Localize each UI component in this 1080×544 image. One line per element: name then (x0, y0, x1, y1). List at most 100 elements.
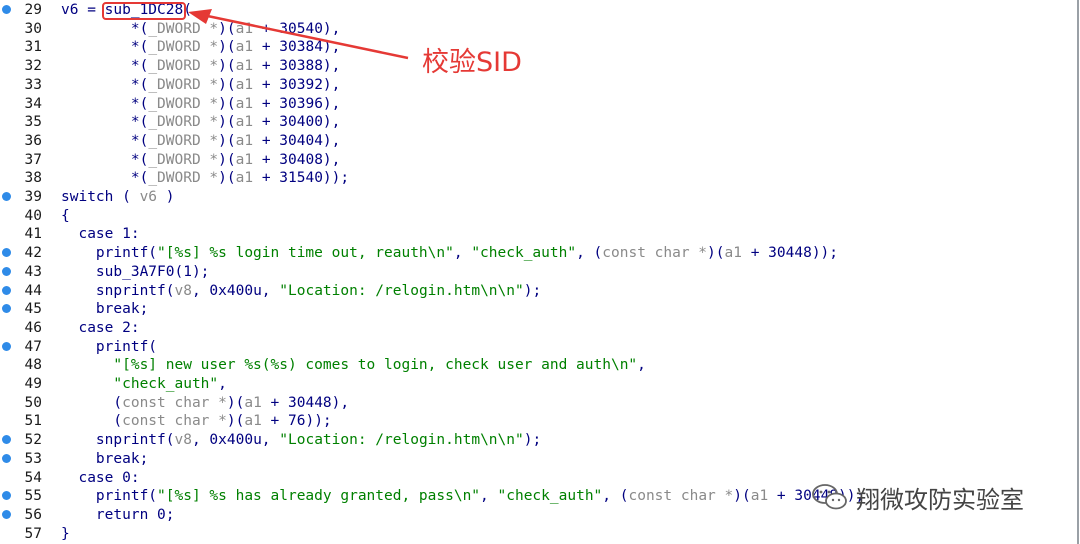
code-line[interactable]: 42 printf("[%s] %s login time out, reaut… (0, 244, 1077, 263)
code-token: _DWORD * (148, 132, 219, 149)
code-line[interactable]: 41 case 1: (0, 225, 1077, 244)
breakpoint-dot-icon[interactable] (2, 5, 11, 14)
code-text: "check_auth", (61, 375, 227, 394)
breakpoint-dot-icon[interactable] (2, 266, 11, 276)
code-line[interactable]: 35 *(_DWORD *)(a1 + 30400), (0, 113, 1077, 132)
code-token: v8 (174, 282, 192, 299)
code-token: _DWORD * (148, 114, 219, 131)
code-line[interactable]: 34 *(_DWORD *)(a1 + 30396), (0, 95, 1077, 114)
code-text: *(_DWORD *)(a1 + 30404), (61, 132, 341, 151)
code-line[interactable]: 44 snprintf(v8, 0x400u, "Location: /relo… (0, 282, 1077, 301)
code-text: (const char *)(a1 + 76)); (61, 412, 331, 431)
code-token: )( (218, 76, 236, 93)
code-text: *(_DWORD *)(a1 + 30396), (61, 95, 341, 114)
code-token: a1 (235, 58, 254, 75)
code-token: "[%s] %s has already granted, pass\n" (157, 488, 481, 505)
code-token: const char * (628, 488, 734, 505)
code-line[interactable]: 50 (const char *)(a1 + 30448), (0, 394, 1077, 413)
code-line[interactable]: 31 *(_DWORD *)(a1 + 30384), (0, 38, 1077, 57)
breakpoint-dot-icon[interactable] (2, 453, 11, 463)
code-token: case 0: (61, 469, 140, 486)
code-line[interactable]: 43 sub_3A7F0(1); (0, 263, 1077, 282)
breakpoint-dot-icon[interactable] (2, 285, 11, 295)
breakpoint-dot-icon[interactable] (2, 435, 11, 445)
code-token: )( (226, 394, 245, 411)
code-line[interactable]: 33 *(_DWORD *)(a1 + 30392), (0, 76, 1077, 95)
code-token: , (453, 245, 472, 262)
breakpoint-dot-icon[interactable] (2, 304, 11, 314)
code-token: switch ( (61, 189, 140, 205)
code-token: )( (218, 170, 236, 187)
code-token: a1 (235, 95, 254, 112)
code-token: "check_auth" (497, 488, 603, 505)
code-token: )( (218, 151, 236, 168)
code-line[interactable]: 39 switch ( v6 ) (0, 188, 1077, 207)
code-text: printf( (61, 338, 157, 357)
code-token: break; (61, 301, 149, 318)
code-token: _DWORD * (148, 20, 219, 37)
code-text: "[%s] new user %s(%s) comes to login, ch… (61, 356, 646, 375)
code-text: *(_DWORD *)(a1 + 30408), (61, 151, 341, 170)
code-token: "[%s] %s login time out, reauth\n" (157, 245, 454, 262)
code-token: "[%s] new user %s(%s) comes to login, ch… (61, 357, 638, 374)
breakpoint-dot-icon[interactable] (2, 509, 11, 519)
code-token: "check_auth" (61, 376, 219, 392)
code-token: *( (61, 39, 149, 56)
code-line[interactable]: 36 *(_DWORD *)(a1 + 30404), (0, 132, 1077, 151)
line-number: 31 (24, 39, 42, 56)
code-token: printf( (61, 488, 158, 505)
code-line[interactable]: 51 (const char *)(a1 + 76)); (0, 412, 1077, 431)
code-token: snprintf( (61, 432, 175, 449)
code-line[interactable]: 45 break; (0, 300, 1077, 319)
code-token: v8 (174, 432, 192, 449)
code-token: *( (61, 20, 149, 37)
code-token: )( (733, 488, 751, 505)
breakpoint-dot-icon[interactable] (2, 491, 11, 501)
line-number: 33 (24, 76, 42, 93)
code-line[interactable]: 30 *(_DWORD *)(a1 + 30540), (0, 20, 1077, 39)
code-token: sub_3A7F0(1); (61, 263, 210, 280)
code-token: , (637, 357, 646, 374)
code-token: *( (61, 151, 149, 168)
code-token: _DWORD * (148, 58, 219, 75)
code-line[interactable]: 52 snprintf(v8, 0x400u, "Location: /relo… (0, 431, 1077, 450)
code-line[interactable]: 38 *(_DWORD *)(a1 + 31540)); (0, 169, 1077, 188)
code-line[interactable]: 46 case 2: (0, 319, 1077, 338)
breakpoint-dot-icon[interactable] (2, 248, 11, 258)
code-token: , ( (602, 488, 629, 505)
code-line[interactable]: 40 { (0, 207, 1077, 226)
code-token: + 31540)); (253, 170, 350, 187)
code-line[interactable]: 57} (0, 525, 1077, 544)
code-token: case 2: (61, 319, 140, 336)
code-text: *(_DWORD *)(a1 + 30540), (61, 20, 341, 39)
code-text: snprintf(v8, 0x400u, "Location: /relogin… (61, 431, 541, 450)
code-token: const char * (602, 245, 708, 262)
code-token: a1 (724, 245, 742, 262)
code-token: ); (523, 432, 542, 449)
pseudocode-view[interactable]: 29 v6 = sub_1DC28(30 *(_DWORD *)(a1 + 305… (0, 0, 1079, 544)
code-line[interactable]: 37 *(_DWORD *)(a1 + 30408), (0, 151, 1077, 170)
code-line[interactable]: 48 "[%s] new user %s(%s) comes to login,… (0, 356, 1077, 375)
code-token: + 30388), (253, 58, 341, 75)
breakpoint-dot-icon[interactable] (2, 192, 11, 201)
code-line[interactable]: 53 break; (0, 450, 1077, 469)
code-token: , 0x400u, (191, 282, 280, 299)
wechat-icon (812, 484, 847, 510)
code-token: v6 = (61, 2, 105, 18)
code-token: a1 (235, 39, 254, 56)
line-number: 45 (24, 301, 42, 318)
code-token: , (218, 376, 227, 392)
code-token: *( (61, 58, 149, 75)
code-token: case 1: (61, 226, 140, 243)
code-text: *(_DWORD *)(a1 + 30400), (61, 113, 341, 132)
code-line[interactable]: 32 *(_DWORD *)(a1 + 30388), (0, 57, 1077, 76)
code-token: a1 (235, 20, 254, 37)
code-line[interactable]: 47 printf( (0, 338, 1077, 357)
breakpoint-dot-icon[interactable] (2, 341, 11, 351)
line-number: 54 (24, 469, 42, 486)
code-line[interactable]: 49 "check_auth", (0, 375, 1077, 394)
code-token: + 30448)); (741, 245, 839, 262)
code-token: a1 (244, 394, 262, 411)
code-token: a1 (235, 151, 254, 168)
line-number: 34 (24, 95, 42, 112)
